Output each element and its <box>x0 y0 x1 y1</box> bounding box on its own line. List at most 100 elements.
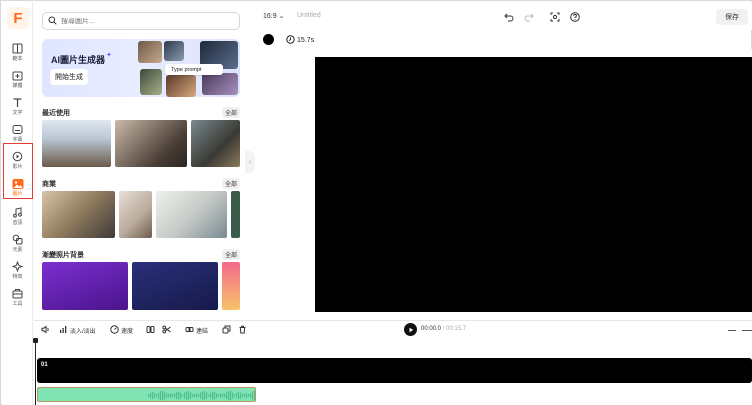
image-thumbnail[interactable] <box>42 191 115 238</box>
volume-button[interactable] <box>41 325 50 336</box>
speed-icon <box>110 325 119 336</box>
image-thumbnail[interactable] <box>191 120 240 167</box>
save-button[interactable]: 保存 <box>716 9 748 25</box>
image-thumbnail[interactable] <box>231 191 240 238</box>
duration-value: 15.7s <box>297 37 315 44</box>
canvas-toolbar: 15.7s <box>255 31 752 49</box>
image-icon <box>11 177 24 190</box>
image-thumbnail[interactable] <box>42 120 111 167</box>
image-thumbnail[interactable] <box>156 191 227 238</box>
link-icon <box>185 325 194 336</box>
rail-label: 字幕 <box>12 137 23 143</box>
see-all-recent[interactable]: 全部 <box>221 107 240 118</box>
rail-item-effects[interactable]: 特效 <box>2 256 33 284</box>
undo-icon[interactable] <box>503 11 514 22</box>
trash-icon <box>238 325 247 336</box>
background-color-swatch[interactable] <box>263 34 274 45</box>
music-icon <box>11 206 24 219</box>
text-icon <box>11 96 24 109</box>
preview-stage <box>255 49 752 320</box>
cut-button[interactable] <box>162 325 171 336</box>
collapse-panel-button[interactable]: ‹ <box>245 151 255 173</box>
search-input[interactable] <box>61 17 221 25</box>
search-box[interactable] <box>42 12 240 30</box>
see-all-gradient[interactable]: 全部 <box>221 249 240 260</box>
rail-item-text[interactable]: 文字 <box>2 92 33 120</box>
rail-item-subtitles[interactable]: 字幕 <box>2 119 33 147</box>
timeline-toolbar: 淡入/淡出 速度 連結 00:00.0 / 00:15.7 <box>34 320 752 338</box>
playhead[interactable] <box>33 338 38 405</box>
fade-label: 淡入/淡出 <box>70 328 96 335</box>
image-thumbnail[interactable] <box>119 191 152 238</box>
effects-icon <box>11 260 24 273</box>
section-title-recent: 最近使用 <box>42 110 70 117</box>
app-logo[interactable]: F <box>7 7 29 29</box>
subtitle-icon <box>11 123 24 136</box>
tools-icon <box>11 287 24 300</box>
search-icon <box>48 12 57 30</box>
time-readout: 00:00.0 / 00:15.7 <box>421 326 466 332</box>
audio-track-clip[interactable] <box>37 387 256 402</box>
prompt-pill: Type prompt <box>165 64 223 75</box>
start-generate-button[interactable]: 開始生成 <box>50 69 88 85</box>
rail-label: 工具 <box>12 301 23 307</box>
chevron-down-icon: ⌄ <box>278 13 285 20</box>
fade-button[interactable]: 淡入/淡出 <box>59 325 96 335</box>
rail-label: 圖片 <box>12 191 23 197</box>
rail-item-video[interactable]: 影片 <box>2 146 33 174</box>
play-icon <box>409 327 413 332</box>
aspect-ratio-value: 16:9 <box>263 13 277 20</box>
top-bar: 16:9 ⌄ Untitled 保存 <box>255 2 752 30</box>
project-title[interactable]: Untitled <box>297 12 321 19</box>
aspect-ratio-select[interactable]: 16:9 ⌄ <box>263 12 284 20</box>
rail-item-media[interactable]: 媒體 <box>2 65 33 93</box>
sparkle-icon: ✦ <box>106 52 112 59</box>
redo-icon[interactable] <box>523 11 534 22</box>
speaker-icon <box>41 325 50 336</box>
total-time: / 00:15.7 <box>442 326 467 332</box>
split-button[interactable] <box>146 325 155 336</box>
rail-item-templates[interactable]: 範本 <box>2 38 33 66</box>
playhead-handle[interactable] <box>33 338 38 343</box>
play-button[interactable] <box>404 323 417 336</box>
elements-icon <box>11 233 24 246</box>
duration-control[interactable]: 15.7s <box>286 35 314 46</box>
waveform <box>148 390 255 401</box>
rail-item-tools[interactable]: 工具 <box>2 283 33 311</box>
zoom-out-icon[interactable] <box>728 330 736 331</box>
media-upload-icon <box>11 69 24 82</box>
sample-image <box>140 69 162 95</box>
rail-item-elements[interactable]: 元素 <box>2 229 33 257</box>
copy-icon <box>222 325 231 336</box>
sample-image <box>202 73 238 95</box>
ai-image-generator-banner[interactable]: AI圖片生成器 ✦ 開始生成 Type prompt <box>42 39 240 97</box>
rail-item-images[interactable]: 圖片 <box>2 173 33 201</box>
scissors-icon <box>162 325 171 336</box>
section-title-gradient: 漸變照片背景 <box>42 252 84 259</box>
chevron-left-icon: ‹ <box>248 158 252 166</box>
split-icon <box>146 325 155 336</box>
video-track-clip[interactable]: 01 <box>37 358 752 383</box>
see-all-business[interactable]: 全部 <box>221 178 240 189</box>
zoom-slider[interactable] <box>742 330 752 331</box>
help-icon[interactable] <box>569 11 580 22</box>
video-canvas[interactable] <box>315 57 752 312</box>
section-title-business: 商業 <box>42 181 56 188</box>
timeline-tracks: 01 <box>33 338 752 405</box>
sample-image <box>164 41 184 61</box>
speed-button[interactable]: 速度 <box>110 325 133 336</box>
track-label: 01 <box>41 362 48 368</box>
gradient-thumbnail[interactable] <box>132 262 218 310</box>
gradient-thumbnail[interactable] <box>222 262 240 310</box>
rail-label: 文字 <box>12 110 23 116</box>
template-icon <box>11 42 24 55</box>
image-thumbnail[interactable] <box>115 120 187 167</box>
duplicate-button[interactable] <box>222 325 231 336</box>
sample-image <box>166 75 196 97</box>
screenshot-icon[interactable] <box>549 11 560 22</box>
app-window: F 範本 媒體 文字 字幕 影片 圖片 音訊 元素 特效 工具 搜尋圖片... … <box>0 0 752 405</box>
delete-button[interactable] <box>238 325 247 336</box>
rail-item-audio[interactable]: 音訊 <box>2 202 33 230</box>
gradient-thumbnail[interactable] <box>42 262 128 310</box>
link-button[interactable]: 連結 <box>185 325 208 336</box>
